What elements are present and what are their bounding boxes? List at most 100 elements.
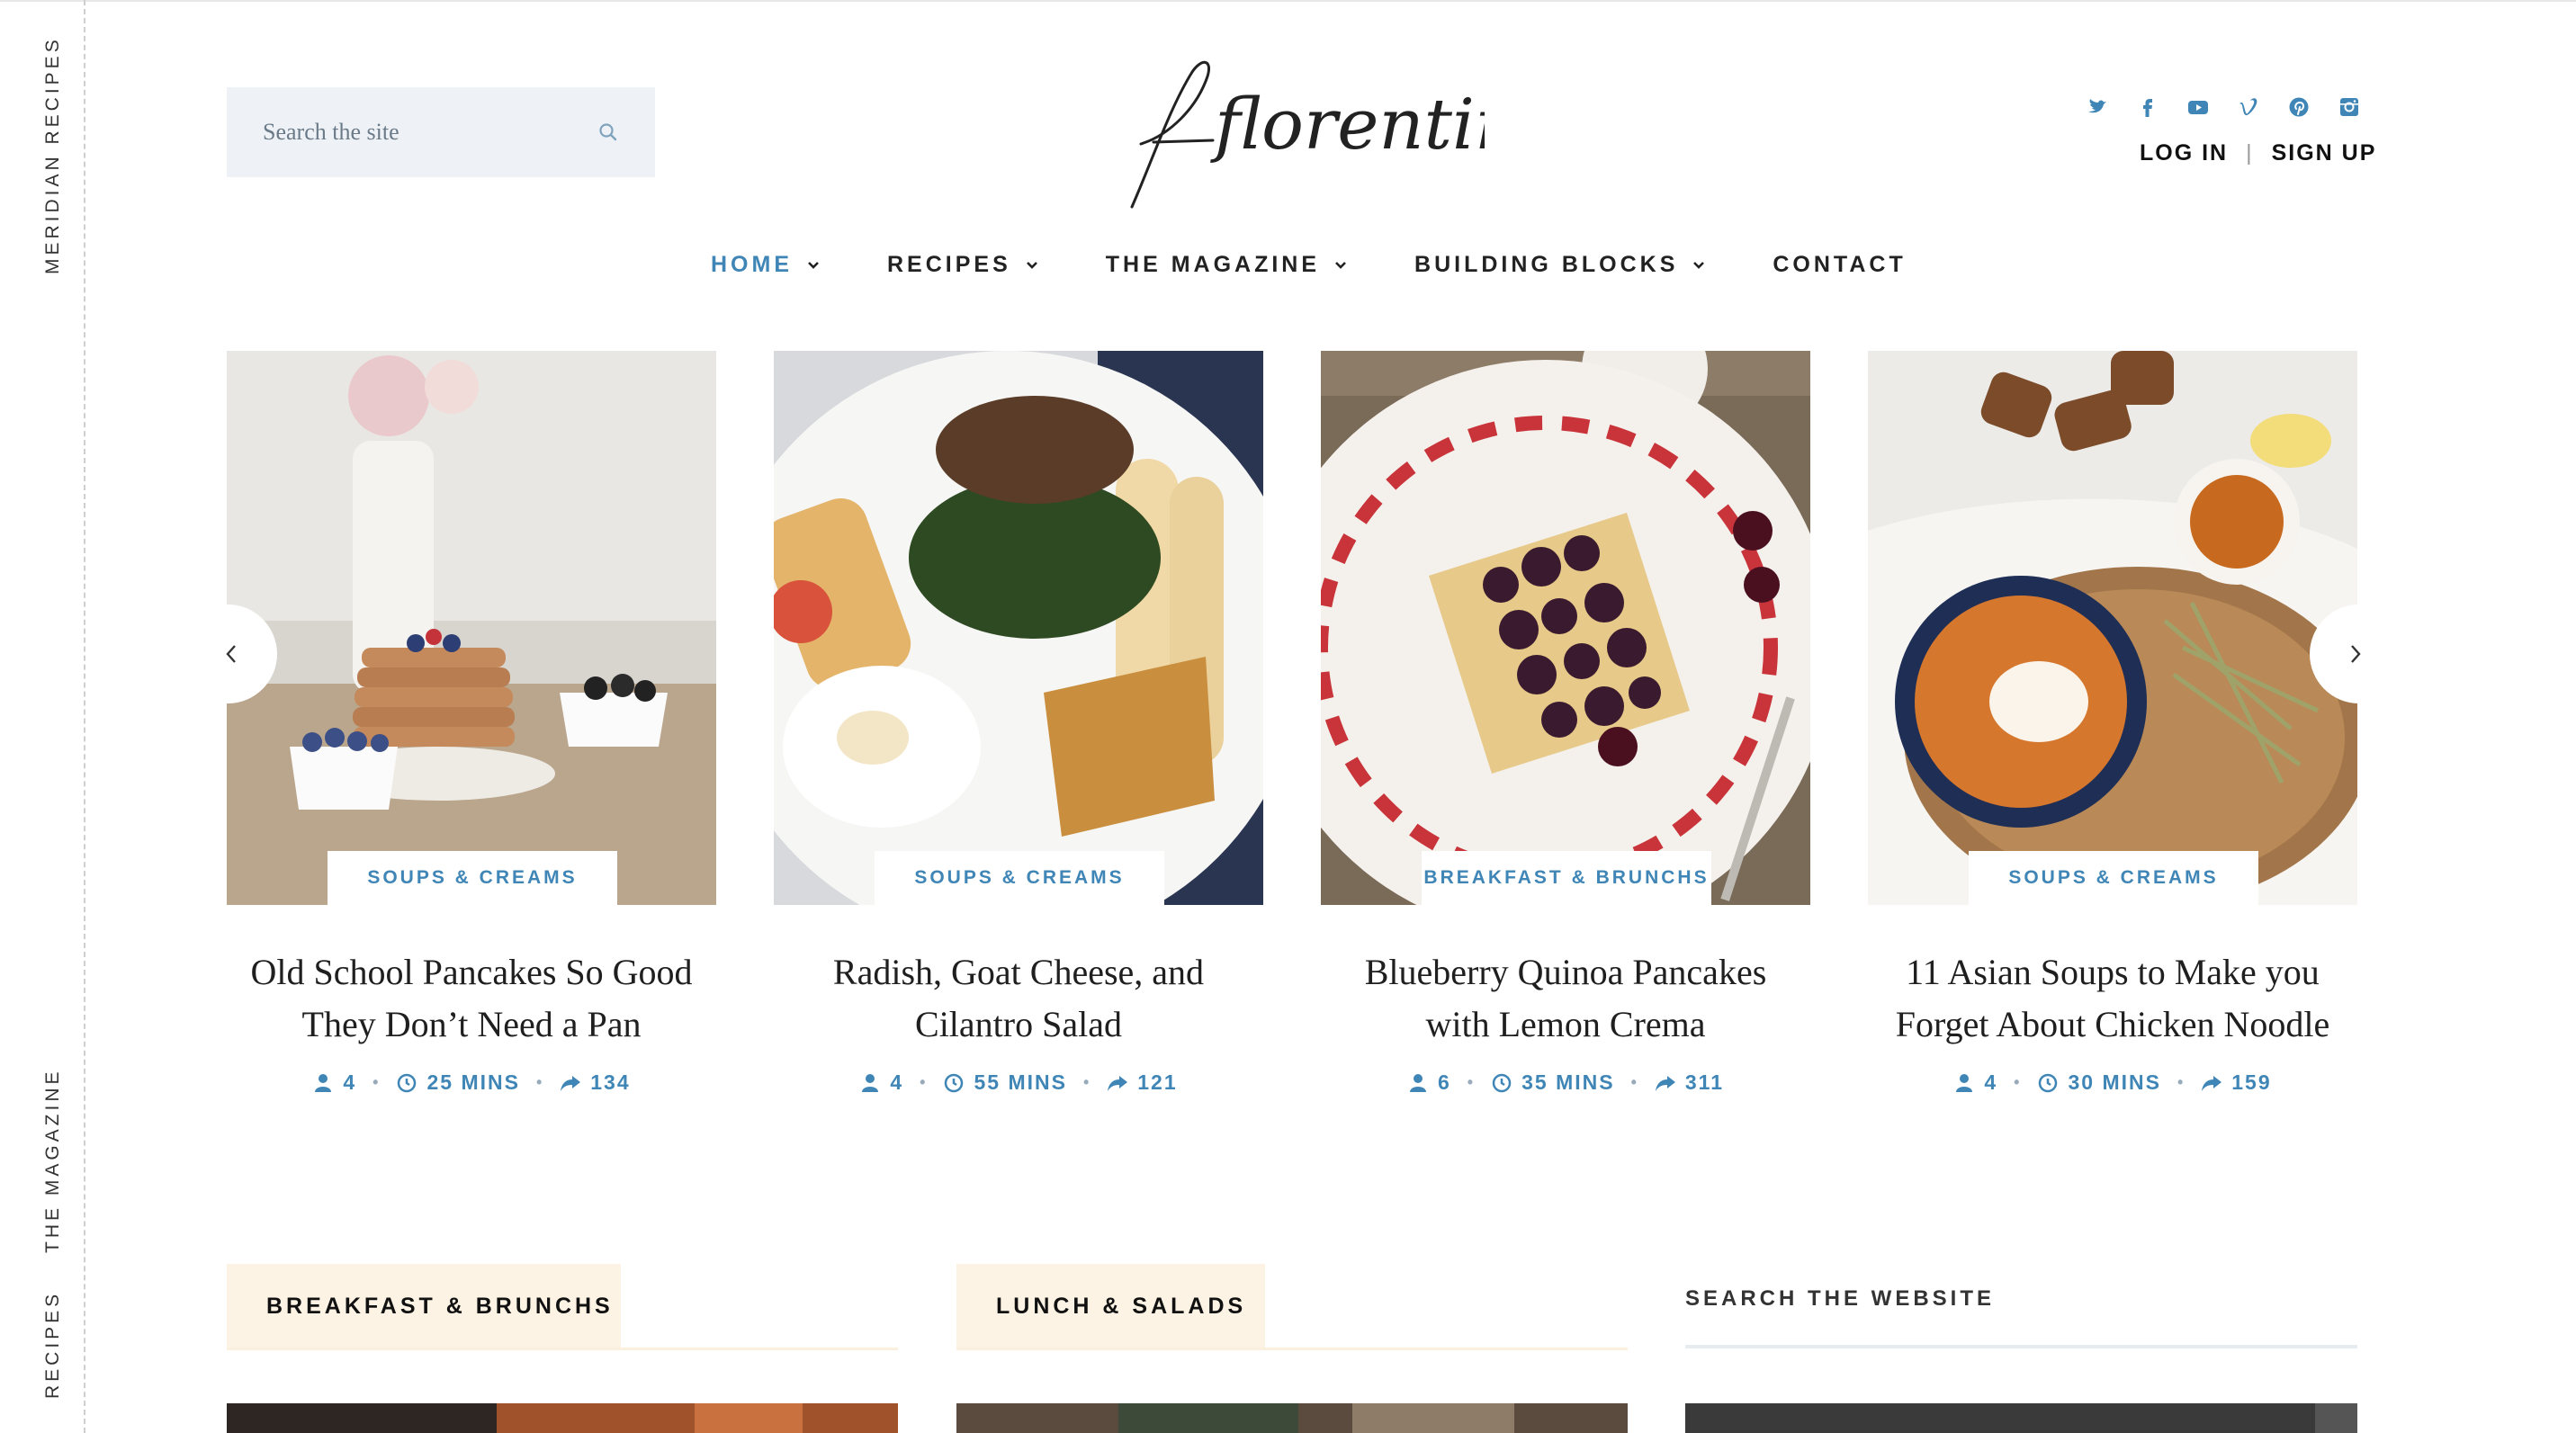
recipe-meta: 4 • 30 MINS • 159 bbox=[1868, 1070, 2357, 1095]
recipe-image[interactable]: SOUPS & CREAMS bbox=[1868, 351, 2357, 905]
share-count: 121 bbox=[1137, 1070, 1178, 1094]
section-underline bbox=[956, 1348, 1628, 1350]
recipe-title[interactable]: Old School Pancakes So Good They Don’t N… bbox=[227, 946, 716, 1051]
recipe-meta: 4 • 55 MINS • 121 bbox=[774, 1070, 1263, 1095]
servings-count: 4 bbox=[890, 1070, 904, 1094]
chevron-down-icon bbox=[1335, 261, 1346, 269]
chevron-down-icon bbox=[808, 261, 819, 269]
nav-item-contact[interactable]: CONTACT bbox=[1773, 252, 1906, 278]
meta-dot: • bbox=[372, 1073, 381, 1091]
category-tag[interactable]: SOUPS & CREAMS bbox=[1969, 851, 2258, 905]
clock-icon bbox=[945, 1073, 964, 1092]
carousel-prev-button[interactable] bbox=[178, 605, 277, 703]
clock-icon bbox=[2039, 1073, 2058, 1092]
main-nav: HOME RECIPES THE MAGAZINE BUILDING BLOCK… bbox=[711, 252, 1907, 278]
section-underline bbox=[227, 1348, 898, 1350]
social-links bbox=[2086, 95, 2361, 119]
signup-link[interactable]: SIGN UP bbox=[2272, 140, 2377, 166]
recipe-title[interactable]: 11 Asian Soups to Make you Forget About … bbox=[1868, 946, 2357, 1051]
auth-links: LOG IN | SIGN UP bbox=[2140, 140, 2376, 166]
cook-time: 35 MINS bbox=[1521, 1070, 1615, 1094]
section-preview-image[interactable] bbox=[1685, 1403, 2357, 1433]
section-preview-image[interactable] bbox=[956, 1403, 1628, 1433]
nav-label: CONTACT bbox=[1773, 252, 1907, 277]
recipe-image[interactable]: SOUPS & CREAMS bbox=[227, 351, 716, 905]
auth-separator: | bbox=[2246, 140, 2254, 166]
top-border bbox=[0, 0, 2576, 2]
user-icon bbox=[315, 1073, 332, 1092]
nav-item-recipes[interactable]: RECIPES bbox=[887, 252, 1038, 278]
share-icon[interactable] bbox=[560, 1072, 581, 1094]
section-tab-breakfast-brunchs[interactable]: BREAKFAST & BRUNCHS bbox=[227, 1264, 621, 1349]
category-tag[interactable]: SOUPS & CREAMS bbox=[875, 851, 1164, 905]
instagram-icon[interactable] bbox=[2338, 95, 2361, 119]
user-icon bbox=[1956, 1073, 1973, 1092]
vimeo-icon[interactable] bbox=[2237, 95, 2260, 119]
search-website-underline bbox=[1685, 1345, 2357, 1348]
recipe-title[interactable]: Radish, Goat Cheese, and Cilantro Salad bbox=[774, 946, 1263, 1051]
cook-time: 55 MINS bbox=[974, 1070, 1067, 1094]
section-tab-lunch-salads[interactable]: LUNCH & SALADS bbox=[956, 1264, 1265, 1349]
share-icon[interactable] bbox=[1107, 1072, 1128, 1094]
rail-link-recipes[interactable]: RECIPES bbox=[42, 1291, 64, 1399]
meta-dot: • bbox=[535, 1073, 544, 1091]
recipe-card[interactable]: SOUPS & CREAMS Radish, Goat Cheese, and … bbox=[774, 351, 1263, 1095]
chevron-left-icon bbox=[226, 645, 236, 663]
site-search bbox=[227, 87, 655, 177]
meta-dot: • bbox=[920, 1073, 928, 1091]
nav-item-building-blocks[interactable]: BUILDING BLOCKS bbox=[1414, 252, 1705, 278]
logo-text: florentine bbox=[1210, 85, 1485, 166]
nav-item-home[interactable]: HOME bbox=[711, 252, 820, 278]
search-website-heading: SEARCH THE WEBSITE bbox=[1685, 1286, 1996, 1311]
recipe-meta: 4 • 25 MINS • 134 bbox=[227, 1070, 716, 1095]
category-tag[interactable]: BREAKFAST & BRUNCHS bbox=[1422, 851, 1711, 905]
search-icon[interactable] bbox=[597, 121, 619, 143]
site-logo[interactable]: florentine bbox=[1107, 54, 1485, 216]
user-icon bbox=[1409, 1073, 1426, 1092]
share-icon[interactable] bbox=[1655, 1072, 1676, 1094]
recipe-image[interactable]: SOUPS & CREAMS bbox=[774, 351, 1263, 905]
youtube-icon[interactable] bbox=[2186, 95, 2210, 119]
meta-dot: • bbox=[2014, 1073, 2022, 1091]
recipe-card[interactable]: BREAKFAST & BRUNCHS Blueberry Quinoa Pan… bbox=[1321, 351, 1810, 1095]
servings-count: 6 bbox=[1437, 1070, 1451, 1094]
cook-time: 30 MINS bbox=[2068, 1070, 2161, 1094]
clock-icon bbox=[398, 1073, 417, 1092]
recipe-image[interactable]: BREAKFAST & BRUNCHS bbox=[1321, 351, 1810, 905]
chevron-right-icon bbox=[2351, 645, 2361, 663]
nav-label: BUILDING BLOCKS bbox=[1414, 252, 1679, 277]
facebook-icon[interactable] bbox=[2136, 95, 2159, 119]
category-tag[interactable]: SOUPS & CREAMS bbox=[328, 851, 617, 905]
cook-time: 25 MINS bbox=[426, 1070, 520, 1094]
search-input[interactable] bbox=[263, 119, 569, 146]
meta-dot: • bbox=[1630, 1073, 1638, 1091]
recipe-title[interactable]: Blueberry Quinoa Pancakes with Lemon Cre… bbox=[1321, 946, 1810, 1051]
share-count: 311 bbox=[1684, 1070, 1724, 1094]
pinterest-icon[interactable] bbox=[2287, 95, 2311, 119]
section-preview-image[interactable] bbox=[227, 1403, 898, 1433]
meta-dot: • bbox=[1082, 1073, 1091, 1091]
nav-label: THE MAGAZINE bbox=[1105, 252, 1321, 277]
rail-link-the-magazine[interactable]: THE MAGAZINE bbox=[42, 1068, 64, 1253]
nav-item-the-magazine[interactable]: THE MAGAZINE bbox=[1106, 252, 1347, 278]
clock-icon bbox=[1492, 1073, 1512, 1092]
meta-dot: • bbox=[1467, 1073, 1476, 1091]
share-icon[interactable] bbox=[2201, 1072, 2222, 1094]
servings-count: 4 bbox=[343, 1070, 357, 1094]
twitter-icon[interactable] bbox=[2086, 95, 2109, 119]
chevron-down-icon bbox=[1026, 261, 1037, 269]
chevron-down-icon bbox=[1693, 261, 1705, 269]
login-link[interactable]: LOG IN bbox=[2140, 140, 2228, 166]
meta-dot: • bbox=[2177, 1073, 2186, 1091]
user-icon bbox=[862, 1073, 879, 1092]
left-rail: MERIDIAN RECIPES THE MAGAZINE RECIPES bbox=[0, 0, 85, 1433]
share-count: 134 bbox=[590, 1070, 631, 1094]
recipe-card[interactable]: SOUPS & CREAMS 11 Asian Soups to Make yo… bbox=[1868, 351, 2357, 1095]
servings-count: 4 bbox=[1984, 1070, 1998, 1094]
nav-label: RECIPES bbox=[887, 252, 1011, 277]
nav-label: HOME bbox=[711, 252, 793, 277]
carousel-next-button[interactable] bbox=[2310, 605, 2409, 703]
rail-link-meridian-recipes[interactable]: MERIDIAN RECIPES bbox=[42, 36, 64, 274]
recipe-meta: 6 • 35 MINS • 311 bbox=[1321, 1070, 1810, 1095]
recipe-card[interactable]: SOUPS & CREAMS Old School Pancakes So Go… bbox=[227, 351, 716, 1095]
